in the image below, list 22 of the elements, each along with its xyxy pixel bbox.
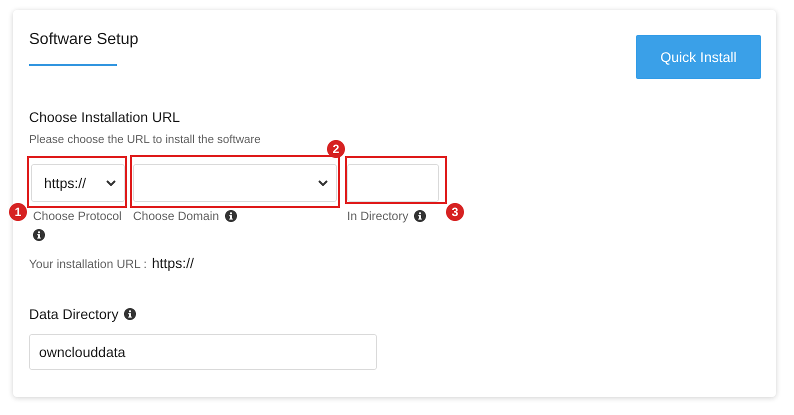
select-field[interactable]: https:// xyxy=(31,164,125,202)
section-title: Software Setup xyxy=(29,30,138,50)
section-heading: Choose Installation URL xyxy=(29,109,181,125)
select-field[interactable] xyxy=(133,164,337,202)
chevron-icon xyxy=(106,180,116,186)
hint-text: Please choose the URL to install the software xyxy=(29,134,262,146)
callout-number: 3 xyxy=(446,203,464,221)
info-icon[interactable] xyxy=(33,229,45,241)
info-icon[interactable] xyxy=(225,210,238,222)
info-icon[interactable] xyxy=(124,308,136,320)
url-label: Your installation URL : xyxy=(29,257,147,271)
data-directory-label: Data Directory xyxy=(29,306,118,322)
field-label: Choose Protocol xyxy=(33,209,122,223)
url-value: https:// xyxy=(152,255,194,271)
field-label: Choose Domain xyxy=(133,209,220,223)
callout-number: 2 xyxy=(327,140,345,158)
chevron-icon xyxy=(318,180,328,186)
callout-number: 1 xyxy=(9,203,27,221)
field-label: In Directory xyxy=(347,209,408,223)
data-directory-field[interactable]: ownclouddata xyxy=(29,334,377,370)
input-field[interactable] xyxy=(347,164,439,202)
info-icon[interactable] xyxy=(414,210,426,222)
